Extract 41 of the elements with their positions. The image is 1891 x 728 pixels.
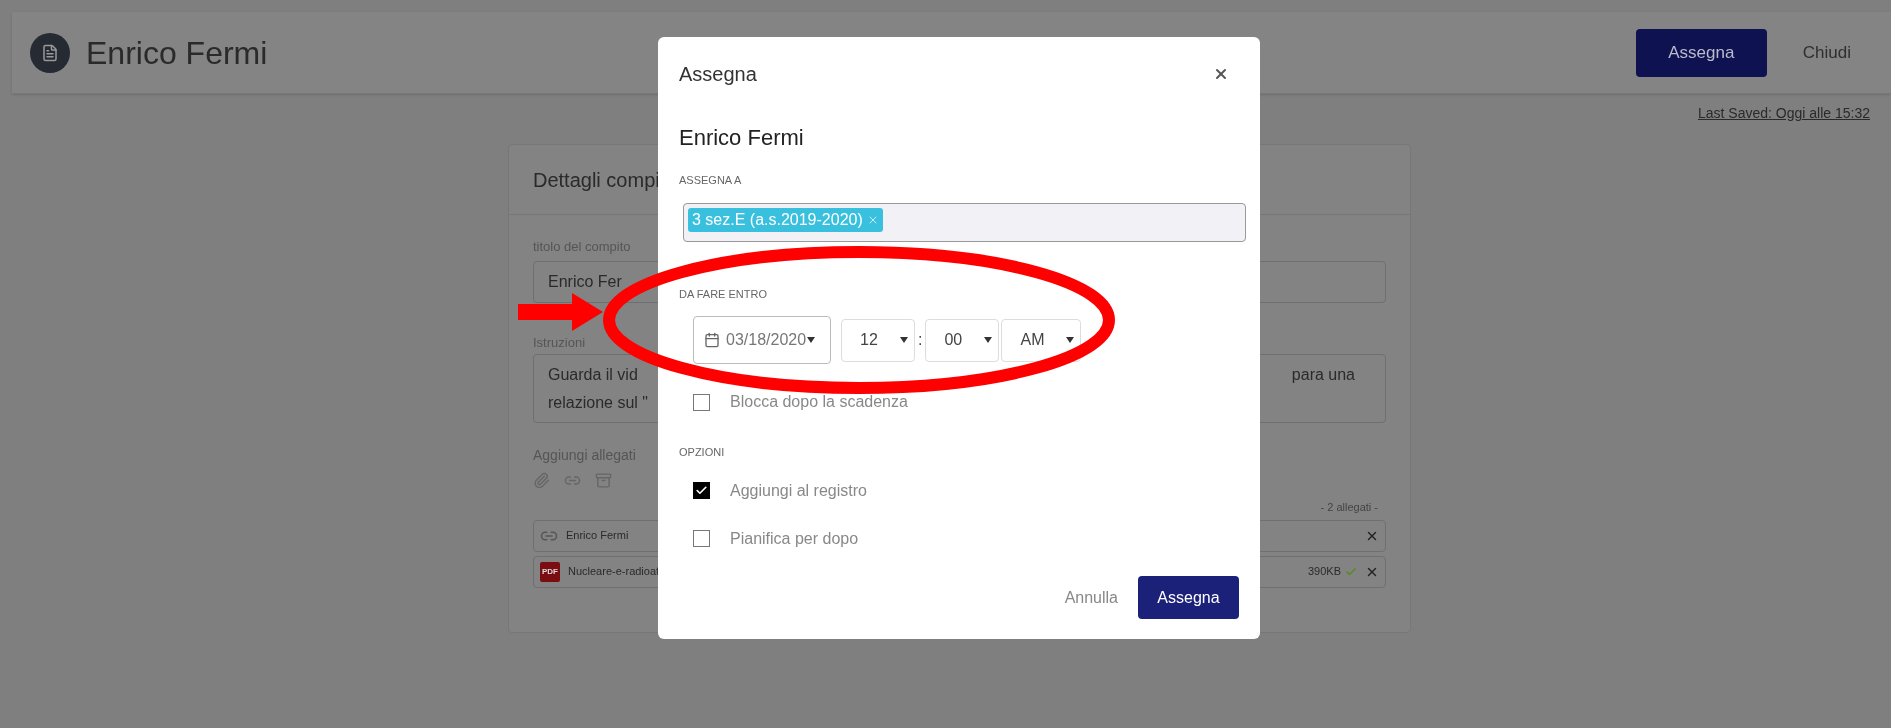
checkbox[interactable] [693,530,710,547]
checkbox-label: Pianifica per dopo [730,528,859,549]
checkbox-label: Aggiungi al registro [730,480,867,501]
section-label: OPZIONI [679,445,725,460]
attachment-name[interactable]: Nucleare-e-radioat [568,563,660,580]
assign-button[interactable]: Assegna [1635,28,1767,77]
minute-select[interactable]: 00 [925,318,1000,362]
checkbox[interactable] [693,393,710,411]
section-label: ASSEGNA A [679,173,743,188]
close-button[interactable]: Chiudi [1774,28,1879,77]
checkbox[interactable] [693,482,710,499]
check-icon [695,484,708,497]
file-size: 390KB [1307,564,1341,580]
caret-icon [807,337,816,343]
time-separator: : [917,330,924,350]
caret-icon [1066,337,1075,343]
calendar-icon [704,332,720,348]
checkbox-label: Blocca dopo la scadenza [730,392,908,412]
section-label: DA FARE ENTRO [679,286,769,302]
pdf-badge: PDF [540,561,560,582]
paperclip-icon[interactable] [533,472,550,489]
instructions-text: Guarda il vid [548,365,639,385]
hour-select[interactable]: 12 [841,318,915,362]
app-icon [30,32,70,73]
card-title: Dettagli compi [533,167,660,193]
dialog-title: Assegna [679,62,757,87]
caret-icon [900,337,908,343]
close-icon[interactable] [1213,66,1229,82]
dialog-heading: Enrico Fermi [679,124,805,152]
instructions-text: relazione sul " [548,393,648,413]
page-title: Enrico Fermi [86,33,268,73]
instructions-text: para una [1291,365,1355,385]
caret-icon [984,337,993,343]
attachment-count: - 2 allegati - [1320,500,1378,515]
attachment-name[interactable]: Enrico Fermi [566,527,629,544]
cancel-button[interactable]: Annulla [1052,576,1130,619]
assign-button[interactable]: Assegna [1138,576,1239,619]
class-tag: 3 sez.E (a.s.2019-2020) [688,207,883,232]
last-saved-link[interactable]: Last Saved: Oggi alle 15:32 [1698,103,1870,124]
period-select[interactable]: AM [1001,318,1082,362]
date-picker[interactable]: 03/18/2020 [693,316,831,364]
